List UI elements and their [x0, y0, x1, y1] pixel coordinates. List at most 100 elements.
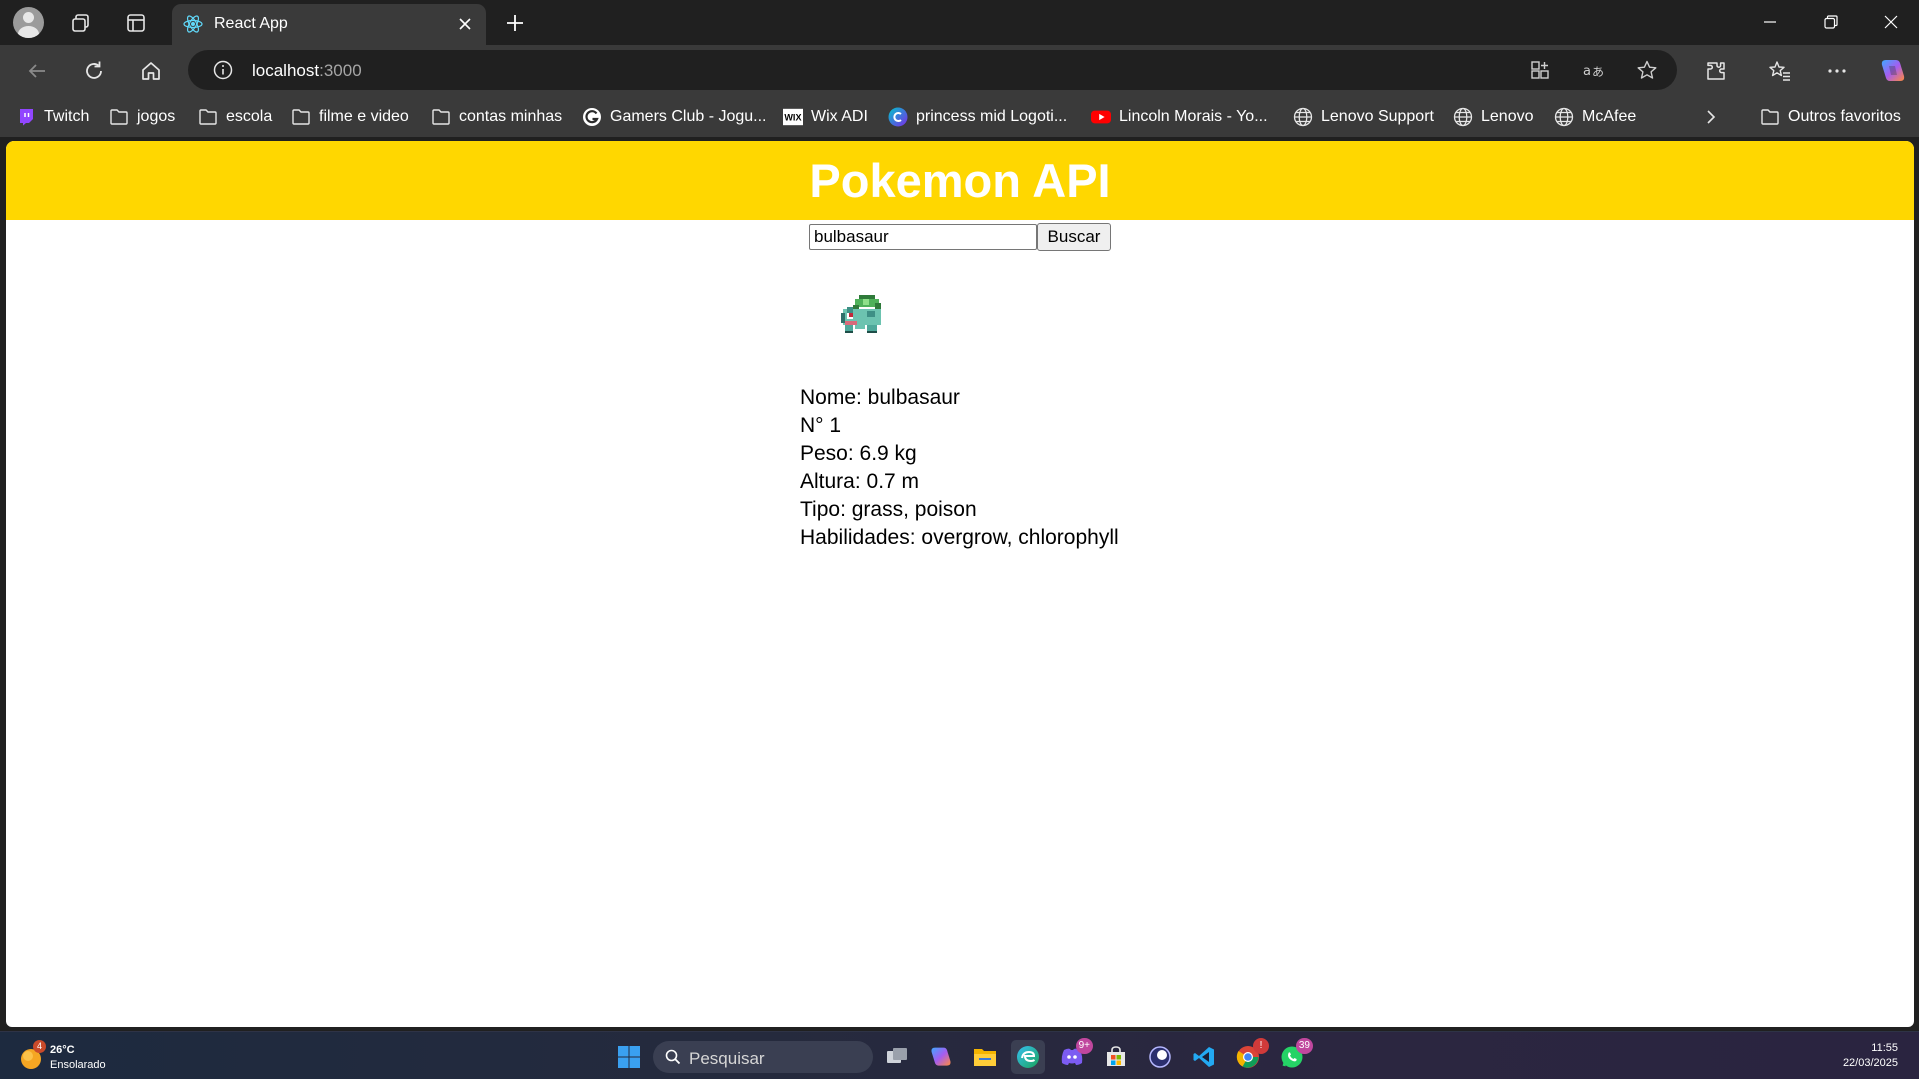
- pokemon-search-input[interactable]: [809, 224, 1037, 250]
- copilot-taskbar-icon[interactable]: [924, 1040, 958, 1074]
- bookmarks-bar: Twitch jogos escola filme e video contas…: [0, 97, 1919, 137]
- svg-text:a: a: [1583, 64, 1591, 79]
- site-info-icon[interactable]: [210, 57, 236, 83]
- folder-icon: [198, 107, 218, 127]
- windows-taskbar: 4 26°C Ensolarado Pesquisar 9+ ! 39 11:5…: [0, 1031, 1919, 1079]
- bookmark-princess-mid[interactable]: princess mid Logoti...: [888, 106, 1067, 128]
- bookmark-folder-escola[interactable]: escola: [198, 106, 272, 128]
- bookmark-label: Lenovo Support: [1321, 108, 1434, 125]
- pokemon-height: Altura: 0.7 m: [800, 470, 920, 493]
- chrome-icon[interactable]: !: [1231, 1038, 1269, 1074]
- bookmark-lenovo[interactable]: Lenovo: [1453, 106, 1534, 128]
- wix-icon: WIX: [783, 107, 803, 127]
- workspaces-icon[interactable]: [66, 8, 96, 38]
- bookmark-label: Wix ADI: [811, 108, 868, 125]
- url-port: :3000: [319, 61, 362, 80]
- taskbar-search-label: Pesquisar: [689, 1049, 765, 1068]
- pokemon-sprite-image: [835, 289, 891, 345]
- pokemon-info: Nome: bulbasaur N° 1 Peso: 6.9 kg Altura…: [800, 384, 1119, 552]
- vscode-icon[interactable]: [1187, 1040, 1221, 1074]
- refresh-icon[interactable]: [77, 54, 111, 88]
- browser-titlebar: React App: [0, 0, 1919, 45]
- favorites-icon[interactable]: [1763, 54, 1797, 88]
- bookmark-label: Lenovo: [1481, 108, 1534, 125]
- bookmark-wix-adi[interactable]: WIX Wix ADI: [783, 106, 868, 128]
- edge-icon[interactable]: [1011, 1040, 1045, 1074]
- page-title: Pokemon API: [809, 154, 1111, 207]
- browser-toolbar: localhost:3000 aあ: [0, 45, 1919, 97]
- chrome-badge: !: [1253, 1038, 1269, 1054]
- bookmark-lenovo-support[interactable]: Lenovo Support: [1293, 106, 1434, 128]
- clock-time: 11:55: [1871, 1042, 1898, 1054]
- whatsapp-badge: 39: [1295, 1038, 1313, 1054]
- bookmark-mcafee[interactable]: McAfee: [1554, 106, 1636, 128]
- bookmark-folder-filme-e-video[interactable]: filme e video: [291, 106, 409, 128]
- vertical-tabs-icon[interactable]: [121, 8, 151, 38]
- weather-description: Ensolarado: [50, 1059, 106, 1071]
- gamersclub-icon: [582, 107, 602, 127]
- translate-icon[interactable]: aあ: [1581, 57, 1607, 83]
- extensions-icon[interactable]: [1699, 54, 1733, 88]
- bookmark-lincoln-morais[interactable]: Lincoln Morais - Yo...: [1091, 106, 1268, 128]
- back-icon[interactable]: [20, 54, 54, 88]
- weather-widget[interactable]: 4 26°C Ensolarado: [18, 1040, 138, 1072]
- more-options-icon[interactable]: [1820, 54, 1854, 88]
- youtube-icon: [1091, 107, 1111, 127]
- whatsapp-icon[interactable]: 39: [1275, 1038, 1313, 1074]
- react-icon: [182, 13, 204, 35]
- weather-temperature: 26°C: [50, 1044, 75, 1056]
- restore-icon[interactable]: [1813, 6, 1849, 38]
- profile-avatar[interactable]: [13, 7, 44, 38]
- twitch-icon: [16, 107, 36, 127]
- bookmark-folder-contas-minhas[interactable]: contas minhas: [431, 106, 562, 128]
- canva-icon: [888, 107, 908, 127]
- bookmark-label: contas minhas: [459, 108, 563, 125]
- url-text[interactable]: localhost:3000: [252, 61, 362, 81]
- tab-react-app[interactable]: React App: [172, 4, 486, 45]
- pokemon-abilities: Habilidades: overgrow, chlorophyll: [800, 526, 1119, 549]
- start-button[interactable]: [612, 1040, 646, 1074]
- bookmark-gamers-club[interactable]: Gamers Club - Jogu...: [582, 106, 767, 128]
- minimize-icon[interactable]: [1752, 6, 1788, 38]
- globe-icon: [1293, 107, 1313, 127]
- url-host: localhost: [252, 61, 320, 80]
- clock-date: 22/03/2025: [1842, 1057, 1898, 1069]
- taskbar-search[interactable]: Pesquisar: [653, 1041, 873, 1073]
- close-window-icon[interactable]: [1873, 6, 1909, 38]
- bookmark-label: jogos: [137, 108, 176, 125]
- task-view-icon[interactable]: [880, 1040, 914, 1074]
- windows-icon: [618, 1046, 640, 1068]
- folder-icon: [291, 107, 311, 127]
- bookmark-label: Outros favoritos: [1788, 108, 1901, 125]
- address-bar[interactable]: localhost:3000 aあ: [188, 50, 1677, 90]
- app-circle-icon[interactable]: [1143, 1040, 1177, 1074]
- bookmark-label: Gamers Club - Jogu...: [610, 108, 767, 125]
- bookmark-label: filme e video: [319, 108, 409, 125]
- svg-text:あ: あ: [1592, 65, 1604, 79]
- tab-title: React App: [214, 15, 288, 32]
- home-icon[interactable]: [134, 54, 168, 88]
- page-viewport: Pokemon API Buscar: [6, 141, 1914, 1027]
- microsoft-store-icon[interactable]: [1099, 1040, 1133, 1074]
- new-tab-icon[interactable]: [500, 8, 530, 38]
- bookmark-label: escola: [226, 108, 273, 125]
- weather-badge: 4: [33, 1040, 46, 1053]
- close-tab-icon[interactable]: [454, 13, 476, 35]
- file-explorer-icon[interactable]: [968, 1040, 1002, 1074]
- pokemon-name: Nome: bulbasaur: [800, 386, 960, 409]
- bookmark-label: McAfee: [1582, 108, 1637, 125]
- pokemon-types: Tipo: grass, poison: [800, 498, 977, 521]
- favorite-star-icon[interactable]: [1634, 57, 1660, 83]
- search-icon: [665, 1049, 681, 1065]
- svg-text:WIX: WIX: [784, 113, 801, 123]
- system-clock[interactable]: 11:55 22/03/2025: [1843, 1041, 1898, 1071]
- discord-icon[interactable]: 9+: [1055, 1038, 1093, 1074]
- app-available-icon[interactable]: [1527, 57, 1553, 83]
- bookmark-folder-jogos[interactable]: jogos: [109, 106, 175, 128]
- copilot-icon[interactable]: [1876, 54, 1910, 88]
- search-button[interactable]: Buscar: [1037, 223, 1111, 251]
- bookmark-other-favorites[interactable]: Outros favoritos: [1760, 106, 1901, 128]
- bookmarks-overflow-chevron-icon[interactable]: [1702, 106, 1720, 128]
- bookmark-label: Twitch: [44, 108, 90, 125]
- bookmark-twitch[interactable]: Twitch: [16, 106, 89, 128]
